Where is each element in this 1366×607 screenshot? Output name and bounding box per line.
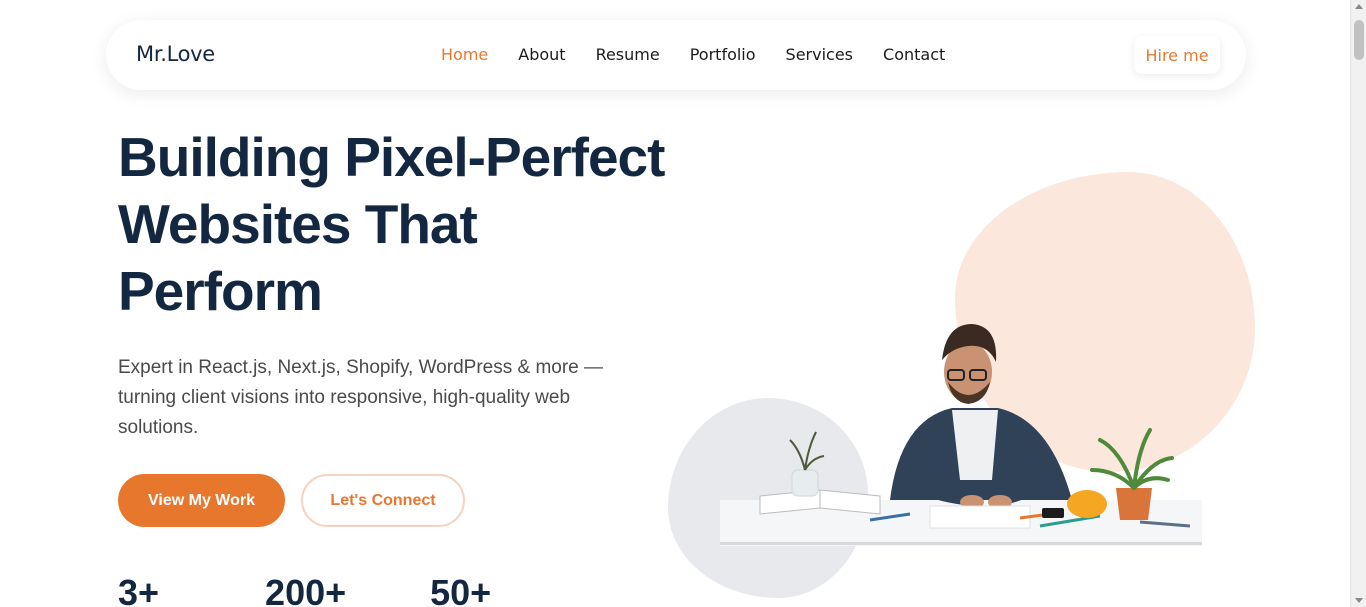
nav-item-portfolio[interactable]: Portfolio bbox=[690, 45, 756, 64]
hero-subtitle: Expert in React.js, Next.js, Shopify, Wo… bbox=[118, 357, 604, 438]
nav-item-resume[interactable]: Resume bbox=[596, 45, 660, 64]
potted-plant-leaves bbox=[1090, 428, 1174, 490]
hero-title-line-3: Perform bbox=[118, 260, 323, 322]
person-shirt bbox=[952, 410, 998, 480]
small-plant-leaves bbox=[789, 431, 825, 471]
nav-item-about[interactable]: About bbox=[518, 45, 565, 64]
stats-row: 3+ 200+ 50+ bbox=[118, 572, 491, 607]
desk-edge bbox=[720, 542, 1202, 545]
hero-title-line-1: Building Pixel-Perfect bbox=[118, 126, 665, 188]
scrollbar[interactable] bbox=[1350, 0, 1366, 607]
navbar: Mr.Love Home About Resume Portfolio Serv… bbox=[106, 20, 1246, 90]
potted-plant-pot bbox=[1116, 488, 1152, 520]
scroll-up-arrow-icon[interactable] bbox=[1355, 4, 1363, 9]
stat-years: 3+ bbox=[118, 572, 160, 607]
hire-me-button[interactable]: Hire me bbox=[1134, 36, 1220, 74]
nav-menu: Home About Resume Portfolio Services Con… bbox=[441, 45, 975, 64]
scroll-down-arrow-icon[interactable] bbox=[1355, 598, 1363, 603]
nav-item-contact[interactable]: Contact bbox=[883, 45, 945, 64]
developer-at-desk-illustration bbox=[720, 324, 1202, 546]
nav-item-services[interactable]: Services bbox=[786, 45, 853, 64]
view-my-work-button[interactable]: View My Work bbox=[118, 474, 285, 527]
scroll-thumb[interactable] bbox=[1354, 20, 1364, 60]
stat-clients: 50+ bbox=[430, 572, 492, 607]
paper-sheet bbox=[929, 505, 1031, 529]
phone bbox=[1042, 508, 1064, 518]
small-plant-pot bbox=[791, 469, 819, 497]
hero-title: Building Pixel-Perfect Websites That Per… bbox=[118, 124, 678, 325]
logo[interactable]: Mr.Love bbox=[136, 42, 215, 66]
hero-title-line-2: Websites That bbox=[118, 193, 478, 255]
stat-projects: 200+ bbox=[265, 572, 347, 607]
pumpkin bbox=[1067, 490, 1107, 518]
nav-item-home[interactable]: Home bbox=[441, 45, 488, 64]
lets-connect-button[interactable]: Let's Connect bbox=[301, 474, 465, 527]
